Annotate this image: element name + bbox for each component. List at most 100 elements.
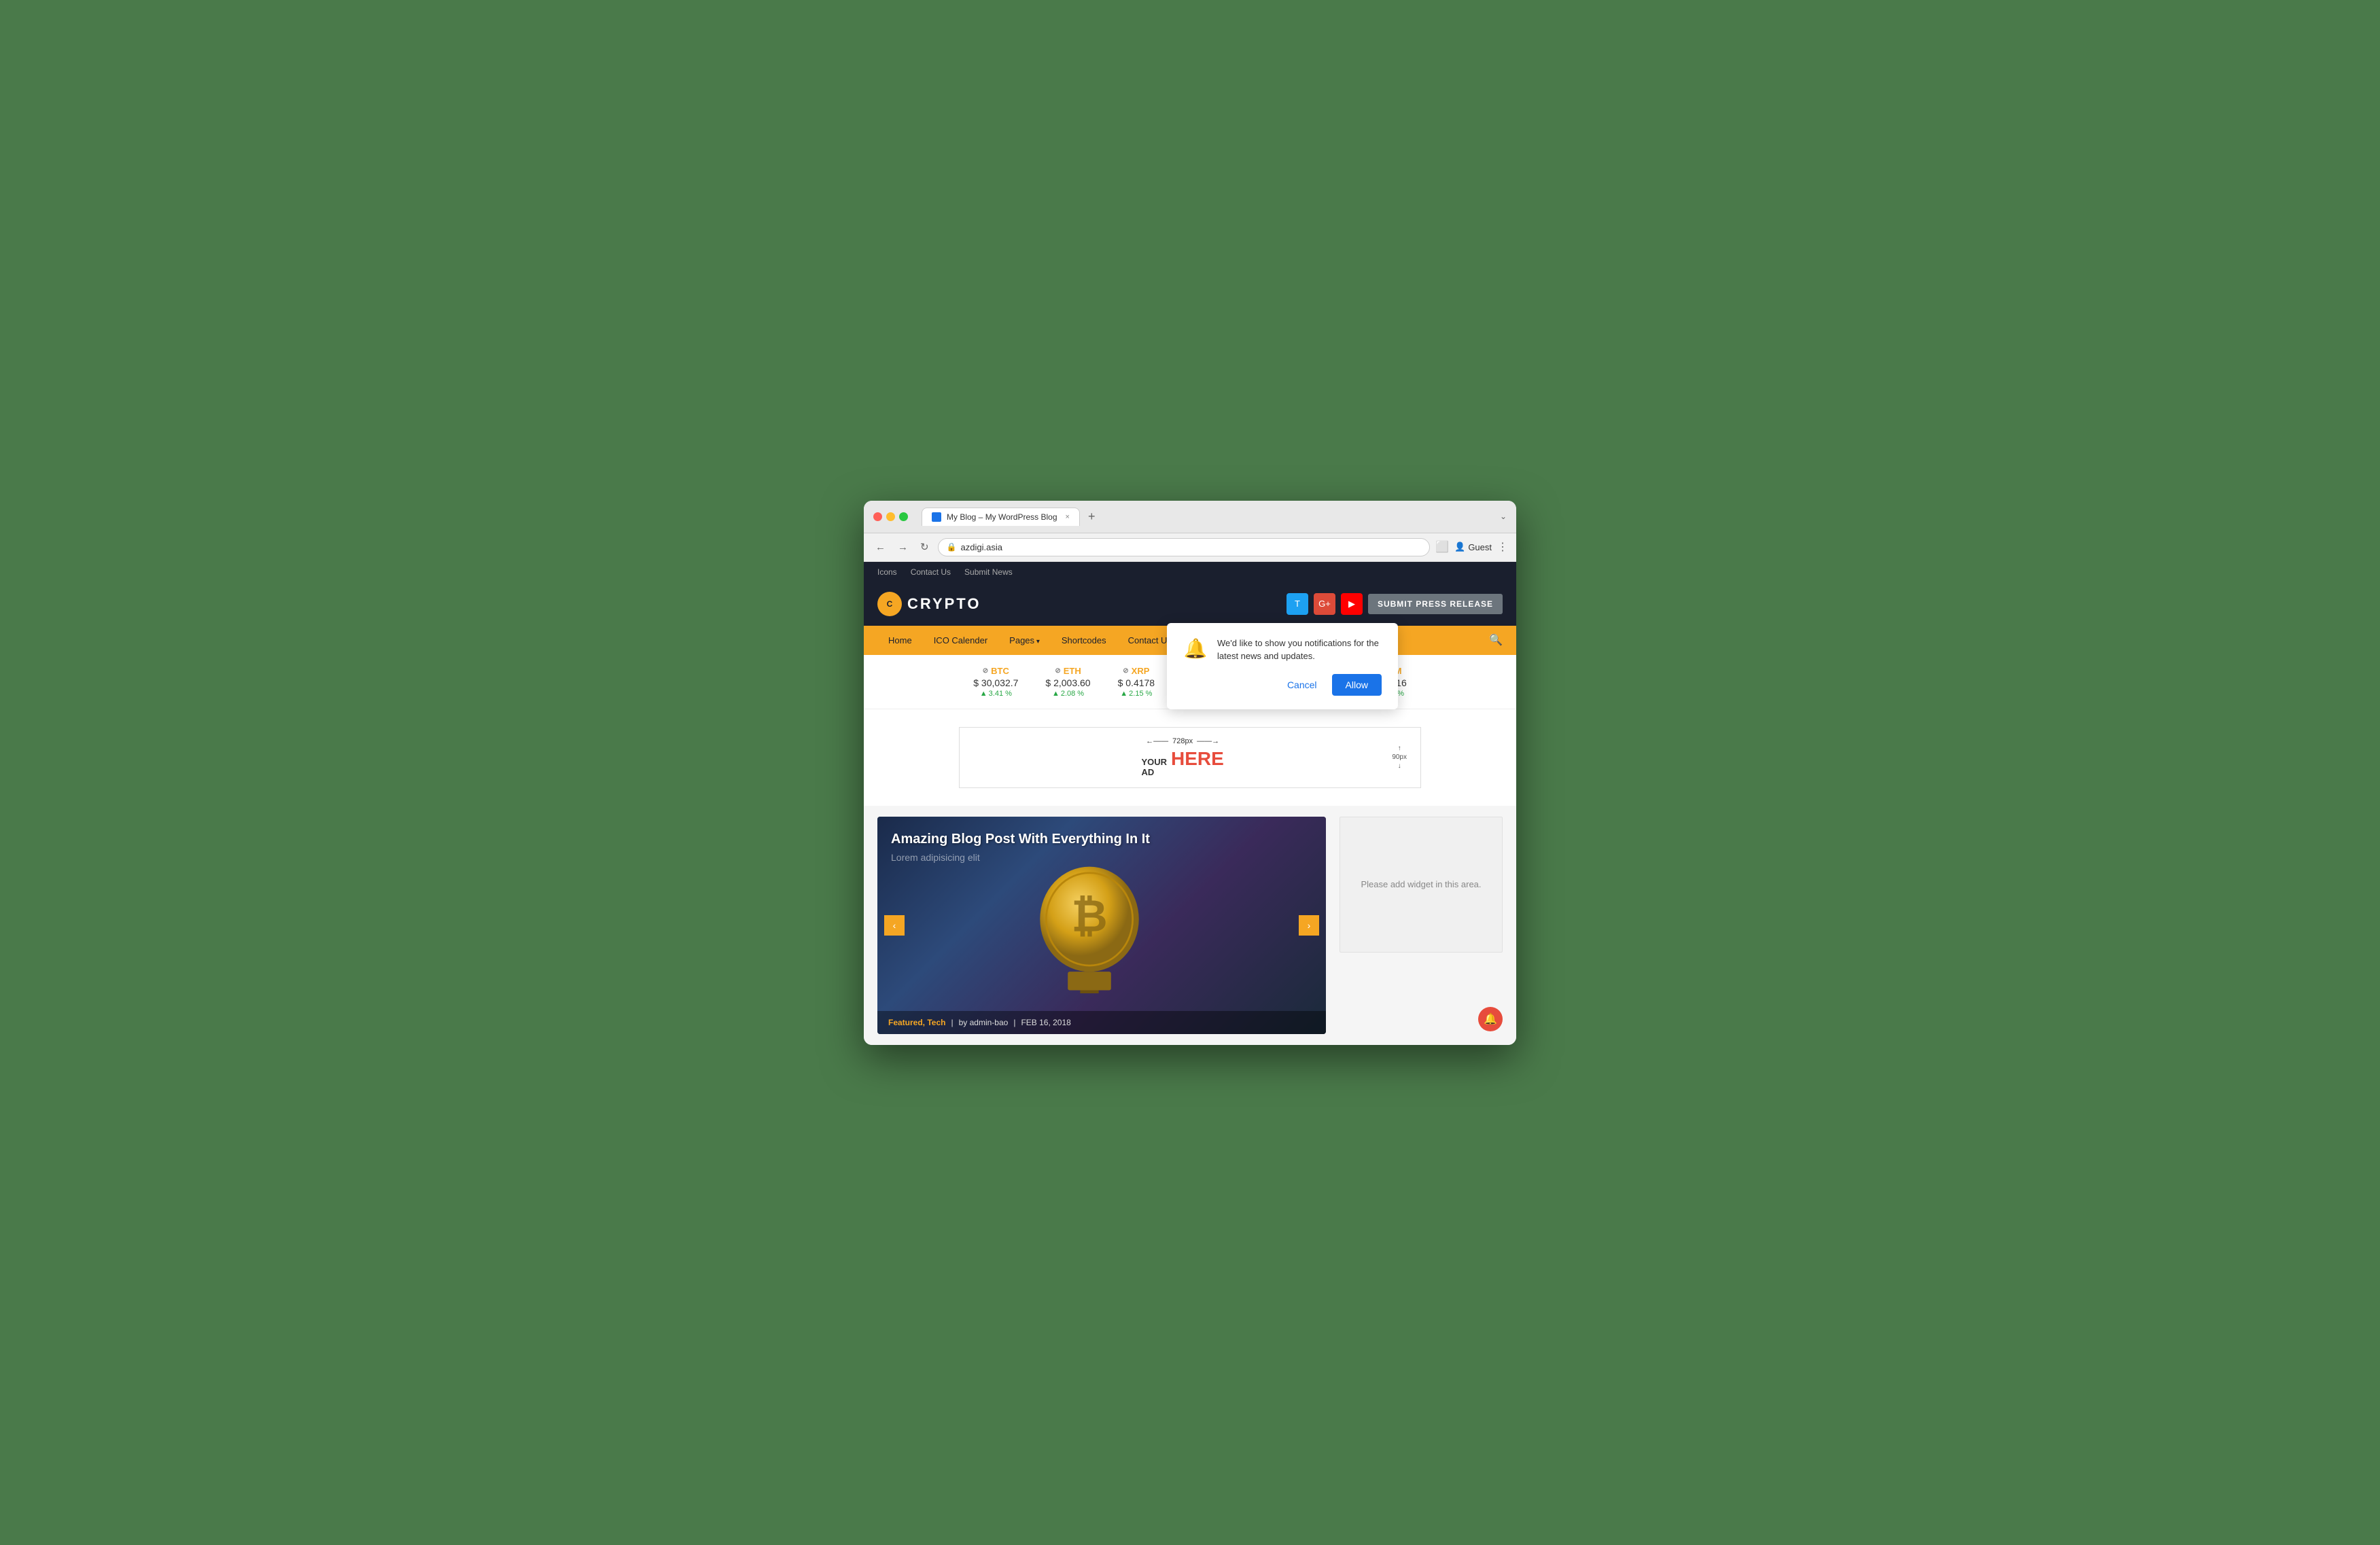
right-arrow-icon: ——→	[1197, 737, 1219, 745]
crypto-item-eth: ⊘ ETH $ 2,003.60 ▲ 2.08 %	[1045, 666, 1090, 698]
guest-button[interactable]: 👤 Guest	[1454, 541, 1492, 552]
cancel-button[interactable]: Cancel	[1279, 674, 1325, 696]
ad-banner[interactable]: ←—— 728px ——→ YOURAD HERE ↑ 90px ↓	[959, 727, 1421, 788]
xrp-price: $ 0.4178	[1118, 677, 1155, 688]
btc-change-value: 3.41 %	[989, 690, 1012, 698]
post-slider: ₿ Amazing Blog Post With Everything In I…	[877, 817, 1326, 1034]
slide-category: Featured, Tech	[888, 1018, 945, 1027]
logo-icon: C	[877, 592, 902, 616]
browser-toolbar: ← → ↻ 🔒 azdigi.asia ⬜ 👤 Guest ⋮	[864, 533, 1516, 562]
browser-tab[interactable]: My Blog – My WordPress Blog ×	[922, 508, 1080, 526]
nav-link-home[interactable]: Home	[877, 626, 923, 655]
bell-icon: 🔔	[1183, 637, 1208, 661]
tab-bar: My Blog – My WordPress Blog × +	[922, 508, 1493, 526]
nav-link-shortcodes[interactable]: Shortcodes	[1051, 626, 1117, 655]
browser-titlebar: My Blog – My WordPress Blog × + ⌄	[864, 501, 1516, 533]
nav-link-ico[interactable]: ICO Calender	[923, 626, 998, 655]
widget-area: Please add widget in this area.	[1340, 817, 1503, 953]
bitcoin-coin-svg: ₿	[1028, 857, 1151, 993]
nav-search-icon[interactable]: 🔍	[1489, 633, 1503, 647]
ad-arrow-row: ←—— 728px ——→	[1146, 737, 1219, 745]
eth-change: ▲ 2.08 %	[1052, 690, 1084, 698]
btc-change: ▲ 3.41 %	[980, 690, 1012, 698]
up-arrow-icon: ↑	[1398, 745, 1401, 752]
google-icon[interactable]: G+	[1314, 593, 1335, 615]
eth-circle-icon: ⊘	[1055, 667, 1060, 675]
guest-avatar-icon: 👤	[1454, 541, 1465, 552]
site-logo: C CRYPTO	[877, 592, 981, 616]
site-content: 🔔 We'd like to show you notifications fo…	[864, 562, 1516, 1045]
minimize-window-button[interactable]	[886, 512, 895, 521]
content-left: ₿ Amazing Blog Post With Everything In I…	[877, 817, 1326, 1034]
new-tab-button[interactable]: +	[1084, 510, 1100, 524]
nav-item-home: Home	[877, 626, 923, 655]
twitter-label: T	[1295, 599, 1300, 609]
slide-title: Amazing Blog Post With Everything In It	[891, 830, 1285, 848]
slide-text-overlay: Amazing Blog Post With Everything In It …	[891, 830, 1285, 863]
slide-author: by admin-bao	[959, 1018, 1009, 1027]
btc-symbol: ⊘ BTC	[983, 666, 1009, 676]
site-header: C CRYPTO T G+ ▶ SUBMIT PRESS RELEASE	[864, 582, 1516, 626]
tab-title: My Blog – My WordPress Blog	[947, 512, 1057, 522]
crypto-logo-svg: C	[882, 597, 897, 611]
youtube-icon[interactable]: ▶	[1341, 593, 1363, 615]
down-arrow-icon: ↓	[1398, 762, 1401, 770]
main-content: ₿ Amazing Blog Post With Everything In I…	[864, 806, 1516, 1045]
ad-here-label: HERE	[1171, 748, 1224, 770]
ad-dimensions: ↑ 90px ↓	[1392, 745, 1407, 770]
cast-icon[interactable]: ⬜	[1435, 540, 1449, 554]
back-button[interactable]: ←	[872, 539, 889, 555]
notification-bell-button[interactable]: 🔔	[1478, 1007, 1503, 1031]
widget-placeholder-text: Please add widget in this area.	[1361, 879, 1481, 889]
ad-content: ←—— 728px ——→ YOURAD HERE	[973, 737, 1392, 777]
eth-change-value: 2.08 %	[1061, 690, 1084, 698]
address-bar[interactable]: 🔒 azdigi.asia	[938, 538, 1431, 556]
left-arrow-icon: ←——	[1146, 737, 1168, 745]
window-control[interactable]: ⌄	[1500, 512, 1507, 521]
menu-icon[interactable]: ⋮	[1497, 540, 1508, 554]
slide-separator-2: |	[1013, 1018, 1015, 1027]
svg-text:₿: ₿	[1071, 891, 1107, 941]
tab-favicon	[932, 512, 941, 522]
topbar-submit-link[interactable]: Submit News	[964, 567, 1013, 577]
notification-popup: 🔔 We'd like to show you notifications fo…	[1167, 623, 1398, 709]
toolbar-right: ⬜ 👤 Guest ⋮	[1435, 540, 1508, 554]
lock-icon: 🔒	[947, 542, 957, 552]
topbar-contact-link[interactable]: Contact Us	[911, 567, 951, 577]
svg-text:C: C	[887, 599, 893, 609]
twitter-icon[interactable]: T	[1287, 593, 1308, 615]
topbar-icons-link[interactable]: Icons	[877, 567, 897, 577]
ad-text-row: YOURAD HERE	[1141, 748, 1223, 777]
header-social: T G+ ▶ SUBMIT PRESS RELEASE	[1287, 593, 1503, 615]
nav-item-pages: Pages	[998, 626, 1051, 655]
ad-section: ←—— 728px ——→ YOURAD HERE ↑ 90px ↓	[864, 709, 1516, 806]
slide-date: FEB 16, 2018	[1021, 1018, 1070, 1027]
xrp-symbol: ⊘ XRP	[1123, 666, 1149, 676]
maximize-window-button[interactable]	[899, 512, 908, 521]
submit-press-release-button[interactable]: SUBMIT PRESS RELEASE	[1368, 594, 1503, 614]
xrp-label: XRP	[1132, 666, 1150, 676]
popup-message: We'd like to show you notifications for …	[1217, 637, 1382, 663]
close-window-button[interactable]	[873, 512, 882, 521]
slide-next-button[interactable]: ›	[1299, 915, 1319, 936]
xrp-change: ▲ 2.15 %	[1120, 690, 1152, 698]
allow-button[interactable]: Allow	[1332, 674, 1382, 696]
content-right: Please add widget in this area.	[1340, 817, 1503, 1034]
popup-actions: Cancel Allow	[1183, 674, 1382, 696]
refresh-button[interactable]: ↻	[917, 539, 932, 555]
forward-button[interactable]: →	[894, 539, 911, 555]
tab-close-button[interactable]: ×	[1066, 513, 1070, 521]
eth-symbol: ⊘ ETH	[1055, 666, 1081, 676]
site-topbar: Icons Contact Us Submit News	[864, 562, 1516, 582]
slider-image: ₿ Amazing Blog Post With Everything In I…	[877, 817, 1326, 1034]
nav-link-pages[interactable]: Pages	[998, 626, 1051, 655]
nav-item-shortcodes: Shortcodes	[1051, 626, 1117, 655]
slide-prev-button[interactable]: ‹	[884, 915, 905, 936]
ad-height-label: 90px	[1392, 753, 1407, 761]
browser-window: My Blog – My WordPress Blog × + ⌄ ← → ↻ …	[864, 501, 1516, 1045]
slide-subtitle: Lorem adipisicing elit	[891, 852, 1285, 863]
btc-price: $ 30,032.7	[973, 677, 1018, 688]
popup-header: 🔔 We'd like to show you notifications fo…	[1183, 637, 1382, 663]
google-label: G+	[1318, 599, 1331, 609]
slide-separator-1: |	[951, 1018, 953, 1027]
